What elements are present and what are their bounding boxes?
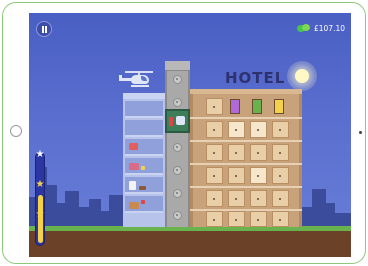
apartment-floor[interactable] (125, 120, 163, 137)
hotel-room[interactable] (228, 190, 245, 207)
hotel-room[interactable] (250, 167, 267, 184)
hotel-room[interactable] (250, 190, 267, 207)
apartment-floor[interactable] (125, 196, 163, 213)
hotel-room[interactable] (228, 144, 245, 161)
money-amount: £107.10 (313, 23, 345, 33)
apartment-floor[interactable] (125, 139, 163, 156)
hotel-room[interactable] (250, 211, 267, 227)
floor-call-button[interactable] (173, 98, 182, 107)
star-icon: ★ (35, 209, 45, 220)
hotel-room[interactable] (206, 121, 223, 138)
dirt-ground (29, 231, 351, 257)
hotel-room[interactable] (228, 167, 245, 184)
floor-call-button[interactable] (173, 189, 182, 198)
elevator-car[interactable] (165, 109, 190, 133)
helicopter-icon (119, 71, 159, 87)
home-button[interactable] (10, 125, 22, 137)
hotel-room[interactable] (206, 190, 223, 207)
hotel-room[interactable] (250, 144, 267, 161)
hotel-room[interactable] (206, 167, 223, 184)
floor-call-button[interactable] (173, 211, 182, 220)
hotel-room[interactable] (272, 167, 289, 184)
hotel-room[interactable] (206, 144, 223, 161)
hotel-room[interactable] (206, 211, 223, 227)
apartment-floor[interactable] (125, 158, 163, 175)
apartment-floor[interactable] (125, 177, 163, 194)
star-icon: ★ (35, 179, 45, 190)
hotel-room[interactable] (228, 121, 245, 138)
floor-call-button[interactable] (173, 143, 182, 152)
camera-dot (359, 131, 362, 134)
floor-call-button[interactable] (173, 75, 182, 84)
level-progress-meter (35, 152, 45, 246)
hotel-building (190, 89, 302, 227)
hotel-room[interactable] (272, 190, 289, 207)
hotel-room-door[interactable] (274, 99, 284, 114)
star-icon: ★ (35, 149, 45, 160)
pause-icon (42, 26, 44, 33)
apartment-floor[interactable] (125, 101, 163, 118)
sun-icon (295, 69, 309, 83)
hotel-room[interactable] (272, 144, 289, 161)
money-counter: £107.10 (296, 22, 345, 34)
money-stack-icon (296, 24, 311, 32)
hotel-room[interactable] (228, 211, 245, 227)
hotel-room[interactable] (272, 211, 289, 227)
tablet-frame: HOTEL £107.10 (2, 2, 366, 264)
floor-call-button[interactable] (173, 166, 182, 175)
hotel-room-door[interactable] (252, 99, 262, 114)
hotel-room-door[interactable] (230, 99, 240, 114)
hotel-room[interactable] (272, 121, 289, 138)
game-screen[interactable]: HOTEL £107.10 (29, 13, 351, 257)
hotel-room[interactable] (206, 98, 223, 115)
hotel-sign: HOTEL (225, 69, 286, 87)
apartment-tower (123, 93, 165, 227)
pause-button[interactable] (36, 21, 52, 37)
elevator-shaft (165, 61, 190, 227)
hotel-room[interactable] (250, 121, 267, 138)
